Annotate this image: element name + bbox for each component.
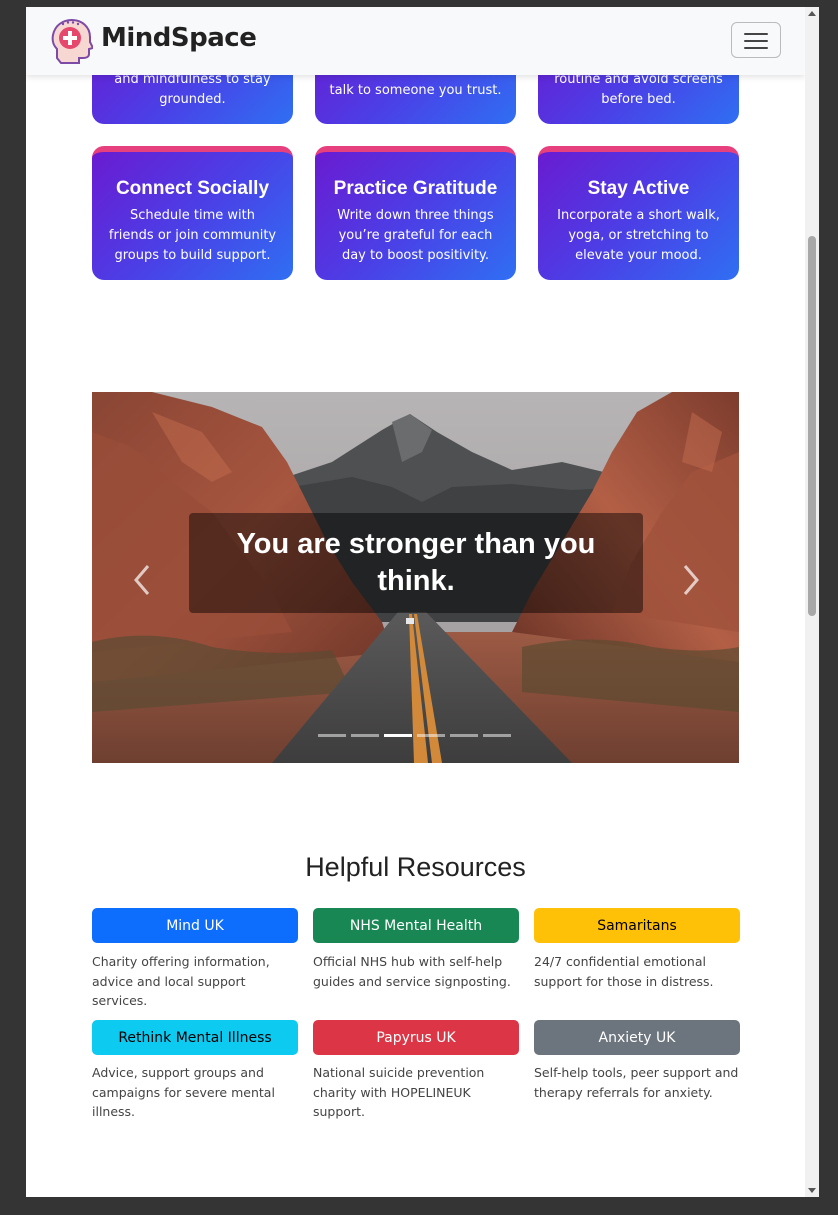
hamburger-icon bbox=[744, 47, 768, 49]
brand-name[interactable]: MindSpace bbox=[101, 23, 257, 53]
resources-heading: Helpful Resources bbox=[305, 852, 526, 882]
menu-toggle-button[interactable] bbox=[731, 22, 781, 58]
navbar: MindSpace bbox=[26, 7, 805, 75]
carousel-indicator[interactable] bbox=[483, 734, 511, 737]
chevron-right-icon bbox=[683, 565, 699, 595]
hamburger-icon bbox=[744, 40, 768, 42]
carousel-caption: You are stronger than you think. bbox=[236, 528, 596, 597]
carousel-prev-button[interactable] bbox=[128, 560, 158, 600]
resource-description: National suicide prevention charity with… bbox=[313, 1065, 485, 1119]
carousel-indicator[interactable] bbox=[450, 734, 478, 737]
tip-card-stay-active: Stay Active Incorporate a short walk, yo… bbox=[538, 146, 739, 280]
tip-card-title: Connect Socially bbox=[115, 178, 270, 199]
head-plus-icon[interactable] bbox=[51, 18, 95, 64]
resource-button-papyrus-uk[interactable]: Papyrus UK bbox=[313, 1020, 519, 1055]
quote-carousel[interactable]: You are stronger than you think. bbox=[92, 392, 739, 763]
resource-description: Advice, support groups and campaigns for… bbox=[92, 1065, 275, 1119]
resource-button-samaritans[interactable]: Samaritans bbox=[534, 908, 740, 943]
carousel-indicators bbox=[318, 734, 511, 737]
scroll-up-arrow-icon[interactable] bbox=[808, 11, 816, 16]
resource-button-nhs-mental-health[interactable]: NHS Mental Health bbox=[313, 908, 519, 943]
carousel-indicator[interactable] bbox=[351, 734, 379, 737]
tip-card-practice-gratitude: Practice Gratitude Write down three thin… bbox=[315, 146, 516, 280]
tip-card-connect-socially: Connect Socially Schedule time with frie… bbox=[92, 146, 293, 280]
resource-description: Official NHS hub with self-help guides a… bbox=[313, 954, 511, 989]
carousel-indicator-active[interactable] bbox=[384, 734, 412, 737]
tip-card-title: Practice Gratitude bbox=[333, 178, 498, 199]
carousel-indicator[interactable] bbox=[417, 734, 445, 737]
resource-button-anxiety-uk[interactable]: Anxiety UK bbox=[534, 1020, 740, 1055]
resource-button-mind-uk[interactable]: Mind UK bbox=[92, 908, 298, 943]
tip-card-text: Write down three things you’re grateful … bbox=[337, 208, 494, 263]
tip-card-text: Incorporate a short walk, yoga, or stret… bbox=[557, 208, 720, 263]
carousel-indicator[interactable] bbox=[318, 734, 346, 737]
tip-card-title: Stay Active bbox=[587, 178, 690, 199]
resource-button-rethink-mental-illness[interactable]: Rethink Mental Illness bbox=[92, 1020, 298, 1055]
hamburger-icon bbox=[744, 33, 768, 35]
tip-card-text: Schedule time with friends or join commu… bbox=[108, 208, 277, 263]
resource-description: Charity offering information, advice and… bbox=[92, 954, 270, 1008]
carousel-caption-box: You are stronger than you think. bbox=[189, 513, 643, 613]
scrollbar-thumb[interactable] bbox=[808, 236, 816, 616]
tip-card-text: talk to someone you trust. bbox=[329, 83, 502, 98]
carousel-next-button[interactable] bbox=[675, 560, 705, 600]
scroll-down-arrow-icon[interactable] bbox=[808, 1188, 816, 1193]
chevron-left-icon bbox=[134, 565, 150, 595]
resource-description: Self-help tools, peer support and therap… bbox=[534, 1065, 739, 1100]
page-viewport: and mindfulness to stay grounded. talk t… bbox=[26, 7, 805, 1197]
tip-card-text: routine and avoid screens before bed. bbox=[554, 72, 723, 107]
vertical-scrollbar[interactable] bbox=[805, 7, 819, 1197]
tip-card-text: and mindfulness to stay grounded. bbox=[114, 72, 271, 107]
resource-description: 24/7 confidential emotional support for … bbox=[534, 954, 714, 989]
